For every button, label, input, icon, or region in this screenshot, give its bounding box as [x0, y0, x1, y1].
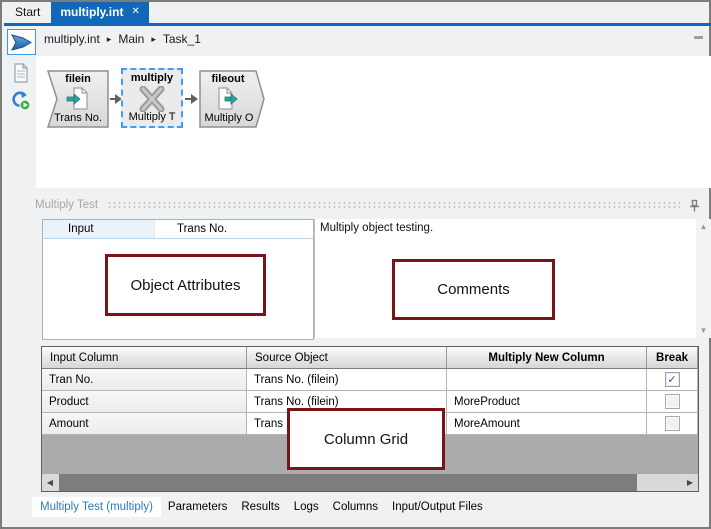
- history-run-button[interactable]: [7, 89, 34, 113]
- breadcrumb-item-main[interactable]: Main: [118, 32, 144, 46]
- breadcrumb-item-task[interactable]: Task_1: [163, 32, 201, 46]
- grid-header-row: Input Column Source Object Multiply New …: [42, 347, 698, 369]
- active-tab-underline: [4, 23, 711, 26]
- tab-columns[interactable]: Columns: [326, 497, 385, 517]
- node-filein[interactable]: filein Trans No.: [47, 70, 109, 128]
- attribute-label: Input: [43, 220, 155, 238]
- cell-break: ✓: [647, 369, 698, 391]
- history-run-icon: [11, 91, 31, 111]
- node-sublabel: Multiply O: [199, 112, 259, 124]
- pin-icon[interactable]: [689, 199, 700, 212]
- panel-header-dotted-fill: [107, 201, 680, 209]
- panel-title: Multiply Test: [35, 199, 98, 211]
- close-icon[interactable]: ✕: [131, 5, 139, 17]
- multiply-x-icon: [137, 86, 167, 112]
- breadcrumb-item-file[interactable]: multiply.int: [44, 32, 100, 46]
- scrollbar-thumb[interactable]: [59, 474, 637, 491]
- node-title: multiply: [121, 72, 183, 84]
- horizontal-scrollbar[interactable]: ◀ ▶: [42, 474, 698, 491]
- grid-header-source-object[interactable]: Source Object: [247, 347, 447, 369]
- break-checkbox[interactable]: [665, 394, 680, 409]
- connector-arrow: [185, 98, 191, 100]
- chevron-right-icon: ▸: [144, 34, 163, 45]
- scroll-down-icon[interactable]: ▼: [700, 326, 708, 335]
- tab-multiply-test[interactable]: Multiply Test (multiply): [32, 497, 161, 517]
- annotation-column-grid: Column Grid: [287, 408, 445, 470]
- dataflow-canvas[interactable]: filein Trans No. multiply: [36, 56, 711, 188]
- annotation-object-attributes: Object Attributes: [105, 254, 266, 316]
- node-multiply[interactable]: multiply Multiply T: [121, 68, 183, 128]
- cell-input-column[interactable]: Product: [42, 391, 247, 413]
- scroll-right-icon[interactable]: ▶: [682, 478, 698, 487]
- scroll-up-icon[interactable]: ▲: [700, 222, 708, 231]
- cell-break: [647, 391, 698, 413]
- bottom-tab-bar: Multiply Test (multiply) Parameters Resu…: [4, 494, 711, 527]
- chevron-right-icon: ▸: [100, 34, 119, 45]
- node-title: fileout: [199, 73, 257, 85]
- collapse-dash-icon[interactable]: [694, 36, 703, 39]
- cell-source-object[interactable]: Trans No. (filein): [247, 369, 447, 391]
- node-sublabel: Trans No.: [47, 112, 109, 124]
- table-row: Tran No. Trans No. (filein) ✓: [42, 369, 698, 391]
- left-toolbar: [4, 26, 37, 527]
- tab-logs[interactable]: Logs: [287, 497, 326, 517]
- cell-multiply-new-column[interactable]: [447, 369, 647, 391]
- tab-multiply-int[interactable]: multiply.int ✕: [51, 2, 149, 23]
- tab-start[interactable]: Start: [4, 2, 51, 23]
- attribute-value[interactable]: Trans No.: [155, 223, 227, 235]
- dataflow-play-button[interactable]: [7, 29, 36, 55]
- tab-results[interactable]: Results: [234, 497, 286, 517]
- grid-header-input-column[interactable]: Input Column: [42, 347, 247, 369]
- tab-parameters[interactable]: Parameters: [161, 497, 234, 517]
- connector-arrow: [110, 98, 115, 100]
- file-output-icon: [216, 87, 240, 111]
- node-sublabel: Multiply T: [121, 111, 183, 123]
- file-input-icon: [66, 87, 90, 111]
- dataflow-play-icon: [11, 34, 32, 51]
- break-checkbox[interactable]: ✓: [665, 372, 680, 387]
- break-checkbox[interactable]: [665, 416, 680, 431]
- scroll-left-icon[interactable]: ◀: [42, 478, 58, 487]
- object-attributes-header-row: Input Trans No.: [43, 220, 313, 239]
- cell-input-column[interactable]: Tran No.: [42, 369, 247, 391]
- properties-panel-header: Multiply Test: [35, 197, 700, 213]
- node-title: filein: [47, 73, 109, 85]
- node-fileout[interactable]: fileout Multiply O: [199, 70, 265, 128]
- grid-header-break[interactable]: Break: [647, 347, 698, 369]
- document-tab-bar: Start multiply.int ✕: [4, 2, 149, 23]
- app-window: Start multiply.int ✕: [0, 0, 711, 529]
- document-icon: [13, 63, 29, 83]
- breadcrumb: multiply.int ▸ Main ▸ Task_1: [44, 32, 201, 46]
- document-button[interactable]: [7, 61, 34, 85]
- grid-header-multiply-new-column[interactable]: Multiply New Column: [447, 347, 647, 369]
- cell-multiply-new-column[interactable]: MoreAmount: [447, 413, 647, 435]
- cell-multiply-new-column[interactable]: MoreProduct: [447, 391, 647, 413]
- comments-scrollbar[interactable]: ▲ ▼: [696, 219, 711, 338]
- tab-label: multiply.int: [60, 5, 123, 19]
- cell-break: [647, 413, 698, 435]
- cell-input-column[interactable]: Amount: [42, 413, 247, 435]
- tab-input-output-files[interactable]: Input/Output Files: [385, 497, 490, 517]
- annotation-comments: Comments: [392, 259, 555, 320]
